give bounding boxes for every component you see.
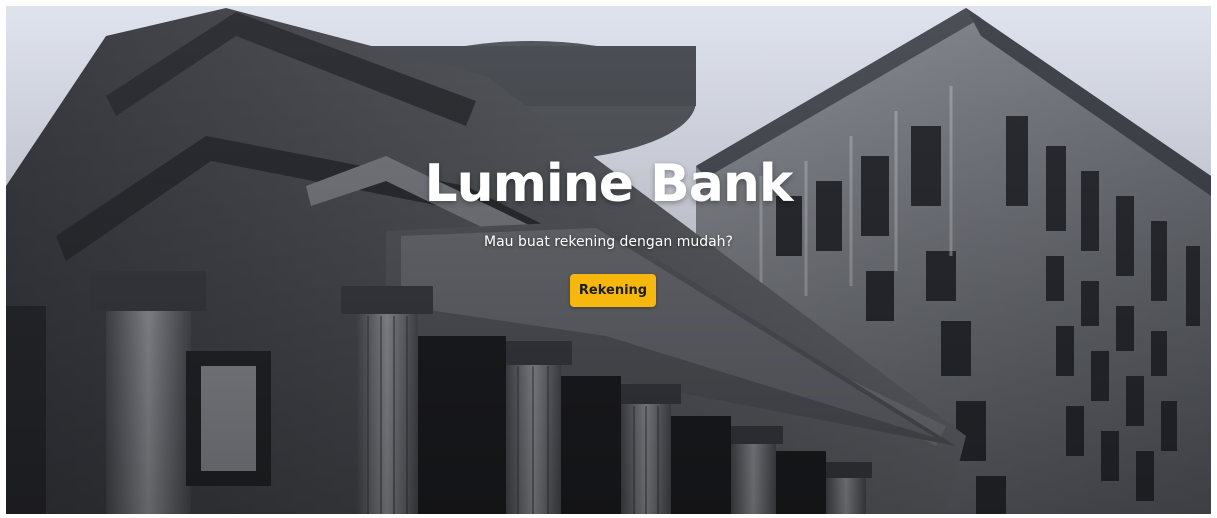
rekening-button[interactable]: Rekening [570,274,656,307]
hero-banner: Lumine Bank Mau buat rekening dengan mud… [6,6,1211,514]
hero-subtitle: Mau buat rekening dengan mudah? [484,234,733,250]
hero-content: Lumine Bank Mau buat rekening dengan mud… [6,6,1211,514]
hero-title: Lumine Bank [424,154,794,214]
